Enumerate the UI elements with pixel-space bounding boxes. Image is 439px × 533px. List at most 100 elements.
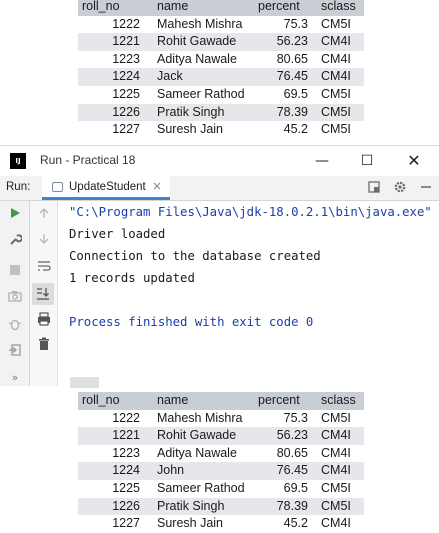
run-toolbar-left: » bbox=[0, 201, 30, 386]
table-cell: CM5I bbox=[318, 479, 364, 498]
more-icon[interactable]: » bbox=[6, 369, 24, 387]
table-cell: 78.39 bbox=[254, 103, 318, 122]
table-cell: 45.2 bbox=[254, 515, 318, 533]
soft-wrap-icon[interactable] bbox=[35, 260, 53, 278]
table-cell: 76.45 bbox=[254, 68, 318, 86]
table-cell: CM4I bbox=[318, 50, 364, 69]
console-line: 1 records updated bbox=[69, 271, 195, 285]
table-cell: CM5I bbox=[318, 103, 364, 122]
students-table-before: roll_no name percent sclass 1222 Mahesh Mishr… bbox=[78, 0, 364, 139]
console-toolbar bbox=[30, 201, 58, 386]
table-cell: 1221 bbox=[78, 33, 154, 51]
exit-icon[interactable] bbox=[6, 343, 24, 361]
run-tabbar: Run: UpdateStudent × bbox=[0, 176, 439, 201]
table-cell: 1222 bbox=[78, 15, 154, 34]
students-table-after: roll_no name percent sclass 1222 Mahesh Mishr… bbox=[78, 392, 364, 533]
table-cell: Aditya Nawale bbox=[154, 50, 254, 69]
java-class-icon bbox=[52, 182, 63, 192]
table-cell: Mahesh Mishra bbox=[154, 15, 254, 34]
column-header: name bbox=[154, 392, 254, 410]
table-cell: CM5I bbox=[318, 85, 364, 104]
table-cell: 1225 bbox=[78, 85, 154, 104]
table-cell: Suresh Jain bbox=[154, 121, 254, 139]
tab-close-icon[interactable]: × bbox=[152, 179, 162, 193]
table-cell: 80.65 bbox=[254, 50, 318, 69]
table-row: 1224 John 76.45 CM4I bbox=[78, 462, 364, 480]
arrow-up-icon[interactable] bbox=[35, 207, 53, 225]
table-cell: 1225 bbox=[78, 479, 154, 498]
table-cell: Suresh Jain bbox=[154, 515, 254, 533]
table-cell: John bbox=[154, 462, 254, 480]
console-output[interactable]: "C:\Program Files\Java\jdk-18.0.2.1\bin\… bbox=[58, 201, 439, 386]
console-line: Driver loaded bbox=[69, 227, 166, 241]
table-cell: Sameer Rathod bbox=[154, 85, 254, 104]
table-cell: CM4I bbox=[318, 444, 364, 463]
tab-update-student[interactable]: UpdateStudent × bbox=[42, 176, 170, 200]
table-cell: CM4I bbox=[318, 515, 364, 533]
camera-icon[interactable] bbox=[6, 290, 24, 308]
table-row: 1223 Aditya Nawale 80.65 CM4I bbox=[78, 444, 364, 463]
table-cell: Rohit Gawade bbox=[154, 427, 254, 445]
table-cell: 75.3 bbox=[254, 15, 318, 34]
table-cell: 1223 bbox=[78, 50, 154, 69]
arrow-down-icon[interactable] bbox=[35, 233, 53, 251]
table-row: 1227 Suresh Jain 45.2 CM4I bbox=[78, 515, 364, 533]
table-cell: 78.39 bbox=[254, 497, 318, 516]
table-cell: CM5I bbox=[318, 497, 364, 516]
scroll-to-end-icon[interactable] bbox=[32, 283, 54, 305]
table-cell: 76.45 bbox=[254, 462, 318, 480]
minimize-icon[interactable] bbox=[418, 180, 434, 196]
table-row: 1224 Jack 76.45 CM4I bbox=[78, 68, 364, 86]
close-button[interactable]: ✕ bbox=[402, 149, 426, 173]
table-cell: 1224 bbox=[78, 68, 154, 86]
table-cell: 80.65 bbox=[254, 444, 318, 463]
table-cell: 1226 bbox=[78, 103, 154, 122]
column-header: name bbox=[154, 0, 254, 16]
table-cell: Pratik Singh bbox=[154, 497, 254, 516]
table-cell: CM5I bbox=[318, 121, 364, 139]
table-row: 1221 Rohit Gawade 56.23 CM4I bbox=[78, 33, 364, 51]
trash-icon[interactable] bbox=[35, 337, 53, 355]
minimize-button[interactable]: — bbox=[310, 149, 334, 173]
debug-icon[interactable] bbox=[6, 317, 24, 335]
table-row: 1226 Pratik Singh 78.39 CM5I bbox=[78, 497, 364, 516]
wrench-icon[interactable] bbox=[6, 232, 24, 250]
panel-resize-handle[interactable] bbox=[70, 377, 99, 388]
table-header-row: roll_no name percent sclass bbox=[78, 392, 364, 410]
intellij-logo-icon: IJ bbox=[10, 153, 26, 169]
table-cell: 1227 bbox=[78, 121, 154, 139]
print-icon[interactable] bbox=[35, 312, 53, 330]
table-row: 1226 Pratik Singh 78.39 CM5I bbox=[78, 103, 364, 122]
console-line-java-path: "C:\Program Files\Java\jdk-18.0.2.1\bin\… bbox=[69, 205, 432, 219]
table-cell: CM4I bbox=[318, 68, 364, 86]
table-row: 1222 Mahesh Mishra 75.3 CM5I bbox=[78, 15, 364, 34]
table-cell: Jack bbox=[154, 68, 254, 86]
table-cell: 69.5 bbox=[254, 479, 318, 498]
table-cell: CM4I bbox=[318, 427, 364, 445]
table-cell: 1224 bbox=[78, 462, 154, 480]
tab-label: UpdateStudent bbox=[69, 181, 146, 193]
table-cell: 56.23 bbox=[254, 427, 318, 445]
table-cell: 1227 bbox=[78, 515, 154, 533]
column-header: sclass bbox=[318, 0, 364, 16]
run-icon[interactable] bbox=[6, 207, 24, 225]
table-cell: Aditya Nawale bbox=[154, 444, 254, 463]
console-line-exit-code: Process finished with exit code 0 bbox=[69, 315, 314, 329]
stop-icon[interactable] bbox=[6, 264, 24, 282]
table-cell: Mahesh Mishra bbox=[154, 409, 254, 428]
table-row: 1225 Sameer Rathod 69.5 CM5I bbox=[78, 85, 364, 104]
table-cell: CM4I bbox=[318, 33, 364, 51]
table-header-row: roll_no name percent sclass bbox=[78, 0, 364, 16]
gear-icon[interactable] bbox=[392, 180, 408, 196]
table-cell: 1226 bbox=[78, 497, 154, 516]
column-header: sclass bbox=[318, 392, 364, 410]
table-cell: 1223 bbox=[78, 444, 154, 463]
column-header: percent bbox=[254, 392, 318, 410]
restore-icon[interactable] bbox=[366, 180, 382, 196]
console-line: Connection to the database created bbox=[69, 249, 321, 263]
column-header: roll_no bbox=[78, 0, 154, 16]
maximize-button[interactable]: ☐ bbox=[355, 149, 379, 173]
table-row: 1223 Aditya Nawale 80.65 CM4I bbox=[78, 50, 364, 69]
table-cell: 56.23 bbox=[254, 33, 318, 51]
table-cell: Pratik Singh bbox=[154, 103, 254, 122]
